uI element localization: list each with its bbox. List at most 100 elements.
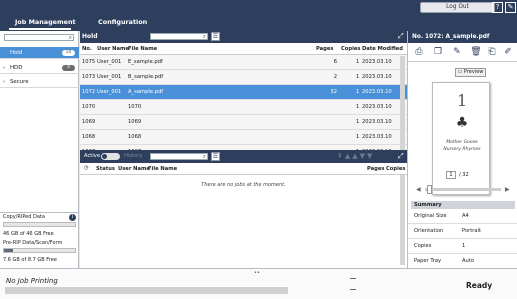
prerip-data-bar <box>3 248 76 253</box>
summary-row: Copies 1 <box>408 239 517 254</box>
cell-user: User_001 <box>97 59 122 65</box>
expand-icon[interactable]: ⤢ <box>398 152 404 161</box>
page-thumbnail[interactable]: 1 ♣ Mother Goose Nursery Rhymes <box>432 82 490 195</box>
save-icon[interactable]: ⎗ <box>486 47 498 58</box>
summary-value: Portrait <box>462 228 482 234</box>
nav-label-hdd: HDD <box>10 65 23 71</box>
cell-file: 1069 <box>128 119 142 125</box>
summary-value: Auto <box>462 258 475 264</box>
page-slider[interactable] <box>425 185 501 194</box>
cell-copies: 1 <box>356 104 360 110</box>
col-copies[interactable]: Copies <box>341 46 360 52</box>
toggle-knob <box>102 154 107 159</box>
active-tab-indicator <box>9 28 71 30</box>
active-scrollbar[interactable] <box>400 175 405 265</box>
hold-table-header: No. User Name File Name Pages Copies Dat… <box>80 43 407 55</box>
history-label[interactable]: History <box>124 153 142 159</box>
hold-search-input[interactable]: ⌕ <box>150 33 208 40</box>
col-copies[interactable]: Copies <box>386 166 405 172</box>
col-date-modified[interactable]: Date Modified <box>362 46 403 52</box>
search-icon: ⌕ <box>202 153 206 160</box>
divider <box>350 278 356 279</box>
prerip-data-title: Pre-RIP Data/Scan/Form <box>3 240 63 246</box>
table-row[interactable]: 1070107012023.03.10 16:29 <box>80 100 407 125</box>
table-row[interactable]: 1075User_001E_sample.pdf612023.03.10 17:… <box>80 55 407 80</box>
table-row[interactable]: 1068106812023.03.10 16:29 <box>80 130 407 150</box>
status-bar: •• No Job Printing Ready <box>0 268 517 299</box>
filter-list-icon[interactable]: ☰ <box>211 32 220 41</box>
search-input[interactable]: ⌕ <box>4 34 74 41</box>
preview-button[interactable]: ▭ Preview <box>455 68 486 77</box>
nav-label-secure: Secure <box>10 79 29 85</box>
table-row[interactable]: 1072User_001A_sample.pdf3212023.03.10 16… <box>80 85 407 110</box>
col-pages[interactable]: Pages <box>316 46 333 52</box>
thumb-numeral: 1 <box>457 91 468 110</box>
divider <box>408 61 517 62</box>
search-icon: ⌕ <box>202 33 206 40</box>
print-icon[interactable]: ⎙ <box>413 47 425 58</box>
clock-icon: ◷ <box>84 165 89 171</box>
help-icon[interactable]: ? <box>492 2 503 13</box>
next-page-icon[interactable]: ▶ <box>505 186 510 193</box>
prerip-data-free: 7.6 GB of 8.7 GB Free <box>3 257 57 263</box>
col-file-name[interactable]: File Name <box>148 166 177 172</box>
chevron-right-icon: › <box>3 65 6 71</box>
hold-count-badge: 10 <box>62 50 75 56</box>
tab-configuration[interactable]: Configuration <box>98 18 147 26</box>
thumb-line1: Mother Goose <box>446 140 478 145</box>
nav-item-hold[interactable]: Hold 10 <box>0 47 79 59</box>
left-panel: ⌕ Hold 10 › HDD 4 › Secure Copy/RIPed Da… <box>0 31 79 268</box>
active-table: ◷ Status User Name File Name Pages Copie… <box>80 163 407 268</box>
col-no[interactable]: No. <box>82 46 92 52</box>
prev-page-icon[interactable]: ◀ <box>416 186 421 193</box>
divider <box>0 212 79 213</box>
pencil-icon[interactable]: ✐ <box>502 47 514 58</box>
delete-icon[interactable]: 🗑 <box>470 47 482 58</box>
table-row[interactable]: 1073User_001B_sample.pdf212023.03.10 16:… <box>80 70 407 95</box>
active-search-input[interactable]: ⌕ <box>150 153 208 160</box>
col-user-name[interactable]: User Name <box>97 46 129 52</box>
hold-scrollbar[interactable] <box>400 56 405 150</box>
expand-icon[interactable]: ⤢ <box>398 32 404 41</box>
copy-icon[interactable]: ❐ <box>432 47 444 58</box>
cell-file: 1068 <box>128 134 142 140</box>
handle-dots-icon[interactable]: •• <box>254 270 260 276</box>
col-file-name[interactable]: File Name <box>128 46 157 52</box>
cell-copies: 1 <box>356 119 360 125</box>
page-slider-thumb[interactable] <box>427 185 432 194</box>
cell-file: E_sample.pdf <box>128 59 163 65</box>
page-total: / 32 <box>459 172 469 178</box>
nav-item-hdd[interactable]: › HDD 4 <box>0 62 79 74</box>
active-label[interactable]: Active <box>84 153 100 159</box>
cell-no: 1075 <box>82 59 96 65</box>
cell-copies: 1 <box>356 74 360 80</box>
detail-title: No. 1072: A_sample.pdf <box>412 34 490 40</box>
col-status[interactable]: Status <box>96 166 115 172</box>
col-pages[interactable]: Pages <box>367 166 384 172</box>
cell-user: User_001 <box>97 89 122 95</box>
table-row[interactable]: 1069106912023.03.10 16:29 <box>80 115 407 140</box>
logout-button[interactable]: Log Out <box>420 2 495 13</box>
search-icon: ⌕ <box>68 34 72 41</box>
copy-data-bar <box>3 222 76 227</box>
info-icon[interactable]: i <box>69 214 76 221</box>
nav-item-secure[interactable]: › Secure <box>0 76 79 88</box>
divider <box>350 289 356 290</box>
signal-icon[interactable]: ✎ <box>505 2 516 13</box>
thumb-line2: Nursery Rhymes <box>443 147 481 152</box>
edit-icon[interactable]: ✎ <box>451 47 463 58</box>
detail-header: No. 1072: A_sample.pdf <box>408 31 517 43</box>
cell-pages: 2 <box>333 74 337 80</box>
tab-job-management[interactable]: Job Management <box>15 18 76 26</box>
summary-title: Summary <box>411 201 515 209</box>
copy-data-title: Copy/RIPed Data <box>3 214 45 220</box>
page-number-input[interactable]: 1 <box>446 171 456 179</box>
reorder-arrows[interactable]: ⇞▲▲▼▼ <box>337 152 374 160</box>
cell-no: 1069 <box>82 119 96 125</box>
active-history-toggle[interactable] <box>101 153 120 160</box>
summary-label: Orientation <box>414 228 444 234</box>
empty-message: There are no jobs at the moment. <box>201 182 286 188</box>
preview-label: Preview <box>463 69 484 75</box>
filter-list-icon[interactable]: ☰ <box>211 152 220 161</box>
col-user-name[interactable]: User Name <box>118 166 150 172</box>
